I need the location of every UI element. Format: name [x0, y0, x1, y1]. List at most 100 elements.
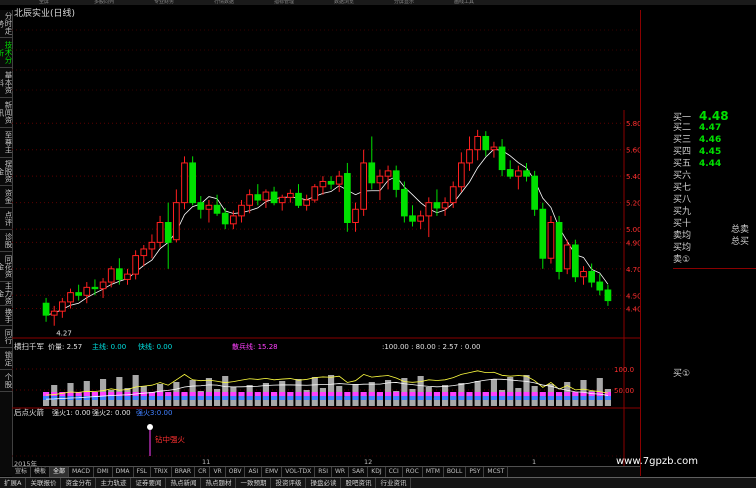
- sub-bar-blue: [409, 396, 416, 400]
- indicator-tab[interactable]: MACD: [69, 467, 95, 477]
- sidebar-tab[interactable]: 基本资料: [0, 68, 12, 98]
- watermark: www.7gpzb.com: [616, 456, 698, 467]
- sidebar-tab[interactable]: 同花资金: [0, 252, 12, 282]
- sub-bar-blue: [189, 396, 196, 400]
- sidebar-tab[interactable]: 技术分析: [0, 38, 12, 68]
- indicator-tab[interactable]: DMI: [94, 467, 113, 477]
- sidebar-tab[interactable]: 资金: [0, 186, 12, 208]
- top-menu-item[interactable]: 分屏显示: [374, 0, 434, 5]
- top-menu-item[interactable]: 全屏: [14, 0, 74, 5]
- sidebar-tab[interactable]: 新闻资讯: [0, 98, 12, 128]
- sub-bar-magenta: [124, 392, 131, 396]
- sub-bar-magenta: [230, 392, 237, 396]
- candle-body: [539, 208, 547, 259]
- sub-bar-blue: [507, 396, 514, 400]
- indicator-tab[interactable]: BOLL: [444, 467, 467, 477]
- candle-body: [401, 188, 408, 217]
- sub-axis-label: 100.0: [614, 366, 634, 374]
- sidebar-tab[interactable]: 点评: [0, 208, 12, 230]
- top-menu-item[interactable]: 画线工具: [434, 0, 494, 5]
- candle-body: [140, 248, 148, 257]
- sub-bar-blue: [165, 396, 172, 400]
- indicator2-field: 强火3:0.00: [136, 409, 172, 417]
- indicator-tab[interactable]: KDJ: [368, 467, 386, 477]
- indicator-tab[interactable]: CCI: [386, 467, 403, 477]
- indicator1-field: 散兵线: 15.28: [232, 342, 278, 351]
- sub-bar-blue: [116, 396, 123, 400]
- sub-bar-magenta: [165, 392, 172, 396]
- indicator-tab[interactable]: ASI: [245, 467, 263, 477]
- candle-body: [368, 162, 376, 184]
- sub-bar-blue: [214, 396, 221, 400]
- candle-body: [458, 162, 465, 188]
- sub-bar-magenta: [409, 392, 416, 396]
- indicator-tab[interactable]: MCST: [484, 467, 509, 477]
- sidebar-tab[interactable]: 至尊主: [0, 128, 12, 158]
- sub-bar-blue: [385, 396, 392, 400]
- sidebar-tab[interactable]: 诊股: [0, 230, 12, 252]
- top-menu-item[interactable]: 行情数据: [194, 0, 254, 5]
- kline-chart[interactable]: 5.80 5.60 5.40 5.20 5.00 4.90 4.70 4.50 4.40 4.27…: [12, 10, 640, 466]
- top-menu-item[interactable]: 指标管理: [254, 0, 314, 5]
- candle-body: [319, 180, 327, 188]
- indicator-tab[interactable]: BRAR: [172, 467, 196, 477]
- sidebar-tab[interactable]: 换手: [0, 306, 12, 326]
- sub-label: 买①: [673, 369, 691, 379]
- sidebar-tab[interactable]: 分时走势: [0, 10, 12, 38]
- sub-bar-magenta: [319, 392, 326, 396]
- indicator-tab[interactable]: PSY: [466, 467, 485, 477]
- indicator-tab[interactable]: RSI: [315, 467, 332, 477]
- top-menu-item[interactable]: 数据浏览: [314, 0, 374, 5]
- sub-bar-magenta: [376, 392, 383, 396]
- indicator-tab[interactable]: 模板: [31, 467, 51, 477]
- side-label: 总买: [731, 237, 750, 247]
- sub-bar-magenta: [385, 392, 392, 396]
- sub-bar-blue: [148, 396, 155, 400]
- candle-body: [498, 146, 506, 171]
- quote-row: 买二 4.47: [673, 122, 729, 134]
- candle-body: [132, 255, 139, 275]
- top-menu-item[interactable]: 专业财务: [134, 0, 194, 5]
- indicator-tab[interactable]: 宣标: [12, 467, 32, 477]
- sub-bar-blue: [417, 396, 424, 400]
- sidebar-tab[interactable]: 主力资金: [0, 282, 12, 306]
- indicator-tab[interactable]: DMA: [113, 467, 134, 477]
- sub-bar-blue: [197, 396, 204, 400]
- indicator-tab[interactable]: SAR: [349, 467, 369, 477]
- sub-bar-blue: [336, 396, 343, 400]
- sidebar-tab[interactable]: 同行: [0, 326, 12, 348]
- price-axis-label: 4.50: [626, 292, 640, 300]
- sub-bar-blue: [352, 396, 359, 400]
- candle-body: [156, 222, 164, 243]
- indicator-tab[interactable]: ROC: [403, 467, 423, 477]
- sidebar-tab[interactable]: 摆脱资金: [0, 158, 12, 186]
- indicator-tab[interactable]: VOL-TDX: [282, 467, 316, 477]
- indicator-tab[interactable]: MTM: [423, 467, 444, 477]
- candle-body: [360, 162, 367, 210]
- sub-bar-magenta: [279, 392, 286, 396]
- indicator-tab[interactable]: OBV: [226, 467, 246, 477]
- sub-bar-magenta: [352, 392, 359, 396]
- candle-body: [83, 286, 91, 296]
- indicator-tab[interactable]: VR: [210, 467, 226, 477]
- sub-bar-grey: [417, 376, 424, 406]
- sidebar-tab[interactable]: 锁定: [0, 348, 12, 370]
- indicator-tab[interactable]: WR: [332, 467, 350, 477]
- sub-bar-magenta: [425, 392, 432, 396]
- sub-bar-magenta: [254, 392, 261, 396]
- sidebar-tab[interactable]: 个股: [0, 370, 12, 392]
- sub-axis-label: 50.00: [614, 387, 634, 395]
- sub-bar-blue: [287, 396, 294, 400]
- signal-dot: [147, 424, 153, 430]
- sub-bar-magenta: [531, 392, 538, 396]
- sub-bar-blue: [425, 396, 432, 400]
- sub-bar-blue: [108, 396, 115, 400]
- indicator1-field: :100.00 : 80.00 : 2.57 : 0.00: [382, 343, 481, 351]
- indicator-tab[interactable]: 全部: [50, 467, 70, 477]
- indicator-tab[interactable]: FSL: [134, 467, 152, 477]
- indicator-tab[interactable]: EMV: [262, 467, 283, 477]
- sub-bar-blue: [588, 396, 595, 400]
- indicator-tab[interactable]: CR: [195, 467, 211, 477]
- indicator-tab[interactable]: TRIX: [151, 467, 172, 477]
- top-menu-item[interactable]: 多股同列: [74, 0, 134, 5]
